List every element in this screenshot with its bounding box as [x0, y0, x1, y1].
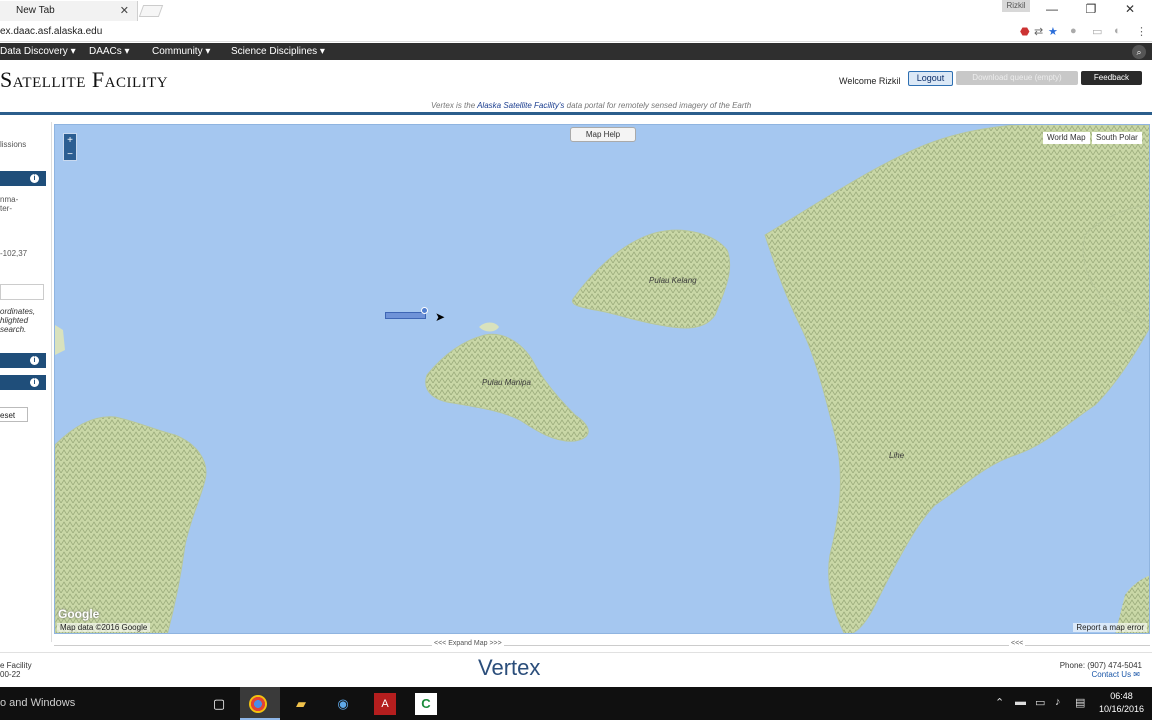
task-view-icon[interactable]: ▢: [208, 693, 230, 715]
file-explorer-icon[interactable]: ▰: [290, 693, 312, 715]
tagline-suffix: data portal for remotely sensed imagery …: [564, 101, 752, 110]
map-view[interactable]: + − Map Help World Map South Polar Pulau…: [54, 124, 1150, 634]
download-queue-button[interactable]: Download queue (empty): [956, 71, 1078, 85]
cortana-search-box[interactable]: o and Windows: [0, 697, 75, 709]
divider: [54, 645, 1150, 646]
zoom-control: + −: [63, 133, 77, 161]
south-polar-toggle[interactable]: South Polar: [1092, 132, 1142, 144]
tray-chevron-icon[interactable]: ⌃: [995, 696, 1004, 709]
zoom-in-button[interactable]: +: [64, 134, 76, 148]
tagline: Vertex is the Alaska Satellite Facility'…: [431, 101, 751, 110]
minimize-button[interactable]: —: [1042, 2, 1062, 16]
expand-map-toggle[interactable]: <<< Expand Map >>>: [432, 640, 504, 647]
magnifier-app-icon[interactable]: ◉: [332, 693, 354, 715]
nav-community[interactable]: Community ▾: [152, 46, 210, 57]
close-window-button[interactable]: ✕: [1120, 2, 1140, 16]
hint-line3: search.: [0, 325, 27, 334]
extension-leaf-icon[interactable]: ◐: [1114, 25, 1121, 37]
tab-close-icon[interactable]: ✕: [120, 4, 129, 17]
panel-section-header[interactable]: i: [0, 171, 46, 186]
info-icon[interactable]: i: [30, 356, 39, 365]
nav-science-disciplines[interactable]: Science Disciplines ▾: [231, 46, 325, 57]
clock-date: 10/16/2016: [1098, 704, 1144, 714]
google-logo: Google: [58, 607, 100, 621]
site-nav: Data Discovery ▾ DAACs ▾ Community ▾ Sci…: [0, 43, 1152, 60]
welcome-text: Welcome Rizkil: [839, 76, 901, 86]
search-icon[interactable]: ⌕: [1132, 45, 1146, 59]
reset-button[interactable]: eset: [0, 407, 28, 422]
search-panel: lissions i nma- ter- -102,37 ordinates, …: [0, 122, 52, 642]
new-tab-button[interactable]: [138, 5, 164, 17]
tray-battery-icon[interactable]: ▬: [1015, 696, 1026, 708]
info-icon[interactable]: i: [30, 378, 39, 387]
island-manipa: [425, 333, 589, 442]
vertex-brand: Vertex: [478, 655, 541, 680]
footer-org-code: 00-22: [0, 670, 21, 679]
map-terrain: [55, 125, 1149, 633]
label-pulau-kelang: Pulau Kelang: [649, 276, 697, 285]
browser-tab-bar: New Tab ✕ Rizkil — ❐ ✕: [0, 0, 1152, 22]
tray-notifications-icon[interactable]: ▤: [1075, 696, 1085, 709]
asf-link[interactable]: Alaska Satellite Facility's: [477, 101, 564, 110]
map-data-credit: Map data ©2016 Google: [57, 623, 151, 632]
tagline-prefix: Vertex is the: [431, 101, 478, 110]
taskbar-clock[interactable]: 06:48 10/16/2016: [1099, 690, 1144, 716]
feedback-button[interactable]: Feedback: [1081, 71, 1142, 85]
extension-circle-icon[interactable]: ●: [1070, 25, 1077, 37]
hint-line2: hlighted: [0, 316, 29, 325]
world-map-toggle[interactable]: World Map: [1043, 132, 1090, 144]
rectangle-handle[interactable]: [421, 307, 428, 314]
contact-us-link[interactable]: Contact Us ✉: [1092, 670, 1141, 679]
nav-data-discovery[interactable]: Data Discovery ▾: [0, 46, 76, 57]
label-pulau-manipa: Pulau Manipa: [482, 378, 531, 387]
site-title: Satellite Facility: [0, 67, 169, 92]
label-town: Lihe: [889, 451, 905, 460]
site-footer: e Facility 00-22 Vertex Phone: (907) 474…: [0, 652, 1152, 686]
expand-map-strip: <<< Expand Map >>> <<<: [54, 639, 1150, 651]
info-icon[interactable]: i: [30, 174, 39, 183]
extension-doc-icon[interactable]: ▭: [1092, 25, 1102, 38]
collapse-panel-toggle[interactable]: <<<: [1009, 640, 1026, 647]
coords-text: -102,37: [0, 249, 28, 258]
report-map-error-link[interactable]: Report a map error: [1073, 623, 1147, 632]
zoom-out-button[interactable]: −: [64, 148, 76, 162]
windows-taskbar: o and Windows ▢ ▰ ◉ A C ⌃ ▬ ▭ ♪ ▤ 06:48 …: [0, 687, 1152, 720]
tray-network-icon[interactable]: ▭: [1035, 696, 1045, 709]
footer-org-name: e Facility: [0, 661, 32, 670]
translate-icon[interactable]: ⇄: [1034, 25, 1043, 38]
dataset-desc-line2: ter-: [0, 204, 12, 213]
acrobat-icon[interactable]: A: [374, 693, 396, 715]
drawn-search-rectangle[interactable]: [385, 312, 426, 319]
logout-button[interactable]: Logout: [908, 71, 953, 86]
address-bar: ex.daac.asf.alaska.edu ⬣ ⇄ ★ ● ▭ ◐ ⋮: [0, 22, 1152, 42]
restore-button[interactable]: ❐: [1081, 2, 1101, 16]
tray-volume-icon[interactable]: ♪: [1055, 696, 1061, 708]
missions-label[interactable]: lissions: [0, 140, 26, 149]
hint-line1: ordinates,: [0, 307, 36, 316]
panel-section-header-2[interactable]: i: [0, 353, 46, 368]
url-field[interactable]: ex.daac.asf.alaska.edu: [0, 26, 102, 37]
area-input[interactable]: [0, 284, 44, 300]
bookmark-star-icon[interactable]: ★: [1048, 25, 1058, 38]
extension-icon[interactable]: ⬣: [1020, 25, 1030, 38]
landmass-southwest: [55, 416, 207, 633]
footer-phone: Phone: (907) 474-5041: [1059, 661, 1142, 670]
nav-daacs[interactable]: DAACs ▾: [89, 46, 130, 57]
islet: [479, 322, 499, 332]
chrome-icon[interactable]: [249, 695, 267, 713]
browser-tab[interactable]: New Tab ✕: [0, 1, 138, 21]
map-help-button[interactable]: Map Help: [570, 127, 636, 142]
tab-title: New Tab: [16, 5, 55, 16]
user-profile-chip[interactable]: Rizkil: [1002, 0, 1030, 12]
clock-time: 06:48: [1110, 691, 1133, 701]
menu-kebab-icon[interactable]: ⋮: [1136, 25, 1147, 38]
site-header: Satellite Facility Welcome Rizkil Logout…: [0, 60, 1152, 115]
mouse-cursor-icon: ➤: [435, 310, 446, 324]
dataset-desc-line1: nma-: [0, 195, 19, 204]
panel-section-header-3[interactable]: i: [0, 375, 46, 390]
landmass-east: [764, 125, 1149, 633]
landmass-west-edge: [55, 325, 65, 355]
camtasia-icon[interactable]: C: [415, 693, 437, 715]
